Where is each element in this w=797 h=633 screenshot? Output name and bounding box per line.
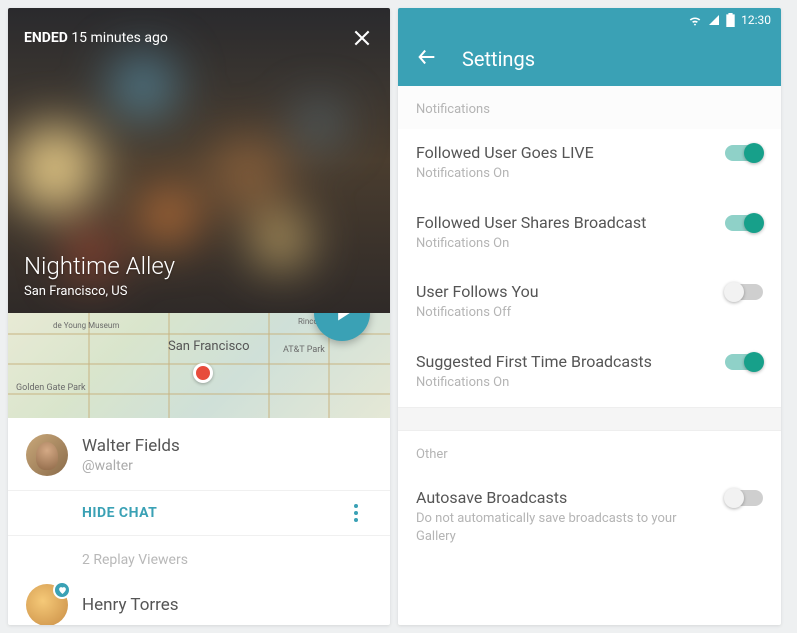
map-city-label: San Francisco: [168, 339, 250, 354]
map-label-park: Golden Gate Park: [16, 383, 86, 393]
settings-screen: 12:30 Settings Notifications Followed Us…: [398, 8, 781, 625]
setting-title: Followed User Goes LIVE: [416, 143, 594, 162]
play-button[interactable]: [314, 313, 370, 341]
heart-icon: [58, 586, 67, 595]
setting-title: Followed User Shares Broadcast: [416, 213, 646, 232]
setting-title: Suggested First Time Broadcasts: [416, 352, 652, 371]
signal-icon: [708, 14, 720, 26]
section-header-other: Other: [398, 431, 781, 474]
appbar-title: Settings: [462, 47, 535, 71]
setting-sub: Notifications On: [416, 374, 652, 392]
back-button[interactable]: [416, 46, 438, 72]
stream-title: Nightime Alley: [24, 252, 374, 280]
map-label-museum: de Young Museum: [53, 321, 119, 330]
close-icon: [352, 28, 372, 48]
replay-viewers-label: 2 Replay Viewers: [8, 536, 390, 578]
toggle-suggested-first[interactable]: [725, 354, 763, 370]
setting-title: User Follows You: [416, 282, 539, 301]
broadcaster-name: Walter Fields: [82, 436, 180, 456]
avatar: [26, 584, 68, 625]
setting-followed-shares[interactable]: Followed User Shares Broadcast Notificat…: [398, 199, 781, 269]
status-time: 12:30: [741, 13, 771, 27]
setting-sub: Notifications Off: [416, 304, 539, 322]
play-icon: [334, 313, 354, 323]
section-header-notifications: Notifications: [398, 86, 781, 129]
setting-sub: Notifications On: [416, 235, 646, 253]
setting-autosave[interactable]: Autosave Broadcasts Do not automatically…: [398, 474, 781, 561]
ended-label: ENDED: [24, 30, 68, 46]
avatar: [26, 434, 68, 476]
viewer-name: Henry Torres: [82, 595, 179, 615]
actions-row: HIDE CHAT: [8, 490, 390, 536]
stream-location: San Francisco, US: [24, 284, 374, 299]
settings-body: Notifications Followed User Goes LIVE No…: [398, 86, 781, 561]
setting-title: Autosave Broadcasts: [416, 488, 713, 507]
map-label-att: AT&T Park: [283, 345, 325, 355]
heart-badge: [53, 581, 71, 599]
toggle-followed-shares[interactable]: [725, 215, 763, 231]
ended-time: 15 minutes ago: [71, 30, 168, 46]
hide-chat-button[interactable]: HIDE CHAT: [82, 505, 157, 521]
setting-user-follows[interactable]: User Follows You Notifications Off: [398, 268, 781, 338]
broadcast-detail-screen: ENDED 15 minutes ago Nightime Alley San …: [8, 8, 390, 625]
broadcaster-row[interactable]: Walter Fields @walter: [8, 418, 390, 490]
setting-suggested-first[interactable]: Suggested First Time Broadcasts Notifica…: [398, 338, 781, 408]
ended-status: ENDED 15 minutes ago: [24, 30, 168, 46]
battery-icon: [726, 13, 735, 27]
wifi-icon: [688, 14, 702, 26]
section-divider: [398, 407, 781, 431]
toggle-autosave[interactable]: [725, 490, 763, 506]
app-bar: Settings: [398, 32, 781, 86]
viewer-row[interactable]: Henry Torres: [8, 578, 390, 625]
map-pin-icon: [193, 363, 213, 383]
toggle-user-follows[interactable]: [725, 284, 763, 300]
setting-followed-live[interactable]: Followed User Goes LIVE Notifications On: [398, 129, 781, 199]
setting-sub: Notifications On: [416, 165, 594, 183]
status-bar: 12:30: [398, 8, 781, 32]
map-area[interactable]: San Francisco Golden Gate Park AT&T Park…: [8, 313, 390, 418]
overflow-menu-button[interactable]: [344, 501, 368, 525]
toggle-followed-live[interactable]: [725, 145, 763, 161]
kebab-dot-icon: [354, 504, 358, 508]
broadcaster-handle: @walter: [82, 458, 180, 474]
setting-sub: Do not automatically save broadcasts to …: [416, 510, 713, 545]
arrow-left-icon: [416, 46, 438, 68]
close-button[interactable]: [350, 26, 374, 50]
hero-area: ENDED 15 minutes ago Nightime Alley San …: [8, 8, 390, 313]
